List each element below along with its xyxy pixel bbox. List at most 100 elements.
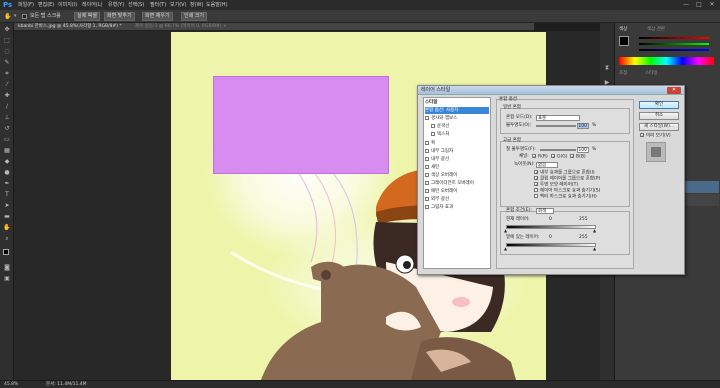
scroll-all-checkbox[interactable] bbox=[22, 14, 27, 19]
color-spectrum[interactable] bbox=[619, 57, 714, 65]
tab-styles[interactable]: 스타일 bbox=[645, 71, 657, 77]
opacity-slider[interactable] bbox=[536, 125, 576, 127]
tab-color[interactable]: 색상 bbox=[619, 27, 627, 33]
dodge-tool-icon[interactable]: ● bbox=[2, 168, 12, 177]
dialog-titlebar[interactable]: 레이어 스타일 ✕ bbox=[418, 86, 684, 95]
brush-tool-icon[interactable]: ∕ bbox=[2, 102, 12, 111]
style-item-pattern-overlay[interactable]: 패턴 오버레이 bbox=[425, 188, 489, 195]
checkbox[interactable] bbox=[431, 123, 435, 128]
tab-adjustments[interactable]: 조정 bbox=[619, 71, 627, 77]
checkbox[interactable] bbox=[425, 156, 429, 161]
move-tool-icon[interactable]: ✥ bbox=[2, 25, 12, 34]
blur-tool-icon[interactable]: ◆ bbox=[2, 157, 12, 166]
quick-select-tool-icon[interactable]: ✎ bbox=[2, 58, 12, 67]
lasso-tool-icon[interactable]: ◌ bbox=[2, 47, 12, 56]
marquee-tool-icon[interactable]: ⬚ bbox=[2, 36, 12, 45]
eyedropper-tool-icon[interactable]: ⁄ bbox=[2, 80, 12, 89]
quick-mask-icon[interactable]: ◙ bbox=[2, 263, 12, 272]
menu-select[interactable]: 선택(S) bbox=[128, 1, 144, 9]
style-item-inner-glow[interactable]: 내부 광선 bbox=[425, 156, 489, 163]
foreground-color-swatch[interactable] bbox=[3, 249, 9, 255]
checkbox[interactable] bbox=[425, 115, 429, 120]
style-item-satin[interactable]: 새틴 bbox=[425, 164, 489, 171]
ok-button[interactable]: 확인 bbox=[639, 101, 679, 109]
channel-g-checkbox[interactable]: ✓G(G) bbox=[551, 154, 568, 161]
hand-tool-icon[interactable]: ✋ bbox=[2, 223, 12, 232]
zoom-level[interactable]: 45.8% bbox=[4, 382, 18, 388]
menu-filter[interactable]: 필터(T) bbox=[150, 1, 166, 9]
close-icon[interactable]: ✕ bbox=[667, 87, 681, 94]
green-slider[interactable] bbox=[639, 43, 709, 45]
history-icon[interactable]: ⧗ bbox=[602, 63, 612, 72]
fit-screen-button[interactable]: 화면 맞추기 bbox=[104, 12, 135, 21]
menu-type[interactable]: 유형(Y) bbox=[108, 1, 124, 9]
fg-color-preview[interactable] bbox=[619, 36, 629, 46]
channel-b-checkbox[interactable]: ✓B(B) bbox=[570, 154, 586, 161]
red-slider[interactable] bbox=[639, 37, 709, 39]
close-icon[interactable]: ✕ bbox=[706, 1, 718, 9]
crop-tool-icon[interactable]: ⌗ bbox=[2, 69, 12, 78]
menu-window[interactable]: 창(W) bbox=[190, 1, 203, 9]
screen-mode-icon[interactable]: ▣ bbox=[2, 274, 12, 283]
option-vector-mask-hides[interactable]: 벡터 마스크로 효과 숨기기(H) bbox=[534, 194, 597, 201]
style-item-stroke[interactable]: 획 bbox=[425, 140, 489, 147]
blend-if-select[interactable]: 회색 bbox=[536, 208, 554, 214]
tab-swatches[interactable]: 색상 견본 bbox=[647, 27, 665, 33]
opacity-input[interactable]: 100 bbox=[577, 123, 589, 129]
this-layer-gradient[interactable] bbox=[506, 225, 596, 229]
channel-r-checkbox[interactable]: ✓R(R) bbox=[532, 154, 548, 161]
style-item-blending-options[interactable]: 혼합 옵션: 사용자 bbox=[425, 107, 489, 114]
actual-pixels-button[interactable]: 실제 픽셀 bbox=[74, 12, 100, 21]
pen-tool-icon[interactable]: ✒ bbox=[2, 179, 12, 188]
maximize-icon[interactable]: □ bbox=[693, 1, 705, 9]
checkbox[interactable] bbox=[425, 164, 429, 169]
knockout-select[interactable]: 없음 bbox=[536, 162, 558, 168]
style-item-outer-glow[interactable]: 외부 광선 bbox=[425, 196, 489, 203]
style-item-gradient-overlay[interactable]: 그레이디언트 오버레이 bbox=[425, 180, 489, 187]
preview-checkbox[interactable]: ✓미리 보기(V) bbox=[640, 133, 671, 140]
gradient-tool-icon[interactable]: ▦ bbox=[2, 146, 12, 155]
checkbox[interactable] bbox=[425, 204, 429, 209]
history-brush-tool-icon[interactable]: ↺ bbox=[2, 124, 12, 133]
path-select-tool-icon[interactable]: ➤ bbox=[2, 201, 12, 210]
fill-opacity-input[interactable]: 100 bbox=[577, 147, 589, 153]
selection-rectangle[interactable] bbox=[213, 76, 389, 174]
document-tab-inactive[interactable]: 제목 없음-1 @ 66.7% (레이어 0, RGB/8#) × bbox=[135, 24, 227, 30]
style-item-drop-shadow[interactable]: 그림자 효과 bbox=[425, 204, 489, 211]
checkbox[interactable] bbox=[425, 188, 429, 193]
checkbox[interactable] bbox=[425, 196, 429, 201]
checkbox[interactable] bbox=[431, 131, 435, 136]
checkbox[interactable] bbox=[425, 180, 429, 185]
shape-tool-icon[interactable]: ▬ bbox=[2, 212, 12, 221]
new-style-button[interactable]: 새 스타일(W)... bbox=[639, 123, 679, 131]
checkbox[interactable] bbox=[425, 172, 429, 177]
eraser-tool-icon[interactable]: ▭ bbox=[2, 135, 12, 144]
underlying-layer-gradient[interactable] bbox=[506, 243, 596, 247]
stamp-tool-icon[interactable]: ⊥ bbox=[2, 113, 12, 122]
style-item-inner-shadow[interactable]: 내부 그림자 bbox=[425, 148, 489, 155]
healing-tool-icon[interactable]: ✚ bbox=[2, 91, 12, 100]
fill-screen-button[interactable]: 화면 채우기 bbox=[142, 12, 173, 21]
style-item-color-overlay[interactable]: 색상 오버레이 bbox=[425, 172, 489, 179]
zoom-tool-icon[interactable]: ⌕ bbox=[2, 234, 12, 243]
menu-file[interactable]: 파일(F) bbox=[18, 1, 34, 9]
menu-edit[interactable]: 편집(E) bbox=[38, 1, 54, 9]
cancel-button[interactable]: 취소 bbox=[639, 112, 679, 120]
checkbox[interactable] bbox=[425, 148, 429, 153]
fill-opacity-slider[interactable] bbox=[540, 149, 576, 151]
checkbox[interactable] bbox=[425, 140, 429, 145]
style-item-bevel-emboss[interactable]: 경사와 엠보스 bbox=[425, 115, 489, 122]
slider-handle-icon[interactable]: ▲ bbox=[504, 246, 507, 252]
blend-mode-select[interactable]: 표준 bbox=[536, 115, 580, 121]
slider-handle-icon[interactable]: ▲ bbox=[504, 228, 507, 234]
slider-handle-icon[interactable]: ▲ bbox=[593, 228, 596, 234]
styles-list-header[interactable]: 스타일 bbox=[425, 99, 489, 106]
menu-help[interactable]: 도움말(H) bbox=[206, 1, 227, 9]
style-item-contour[interactable]: 윤곽선 bbox=[425, 123, 489, 130]
chevron-down-icon[interactable]: ▾ bbox=[14, 13, 17, 19]
menu-image[interactable]: 이미지(I) bbox=[58, 1, 77, 9]
print-size-button[interactable]: 인쇄 크기 bbox=[181, 12, 207, 21]
type-tool-icon[interactable]: T bbox=[2, 190, 12, 199]
blue-slider[interactable] bbox=[639, 49, 709, 51]
menu-view[interactable]: 보기(V) bbox=[170, 1, 187, 9]
